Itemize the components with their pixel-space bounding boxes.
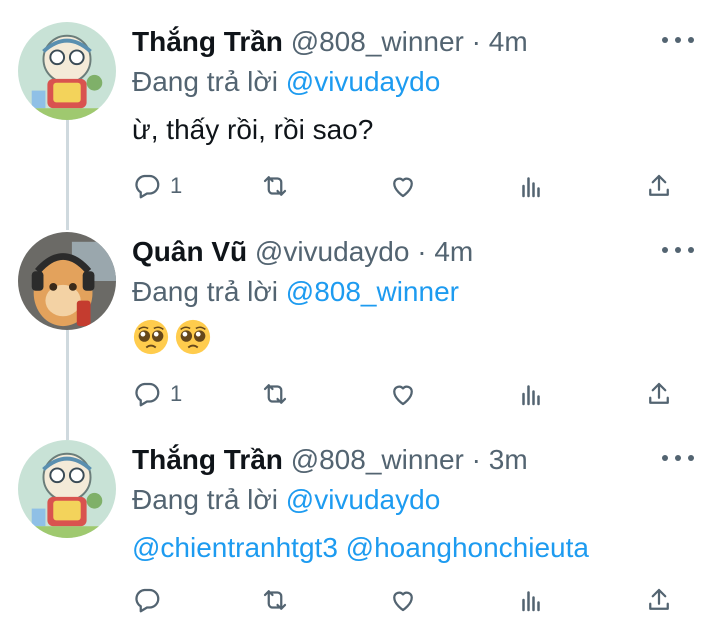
analytics-icon: [522, 385, 540, 406]
mention-link[interactable]: @808_winner: [286, 276, 459, 307]
reply-icon: [135, 588, 160, 613]
separator: ·: [409, 236, 435, 267]
retweet-icon: [263, 590, 287, 610]
mention-link[interactable]: @chientranhtgt3: [132, 532, 338, 563]
analytics-button[interactable]: [516, 580, 546, 620]
reply-count: 1: [170, 173, 183, 198]
tweet-text: @chientranhtgt3 @hoanghonchieuta: [132, 532, 589, 564]
share-icon: [649, 382, 669, 404]
analytics-button[interactable]: [516, 166, 546, 206]
more-options-icon[interactable]: [662, 446, 694, 470]
reply-icon: [135, 174, 160, 199]
reply-button[interactable]: 1: [132, 374, 182, 414]
share-icon: [649, 174, 669, 196]
replying-to: Đang trả lời @vivudaydo: [132, 484, 440, 516]
share-button[interactable]: [644, 166, 674, 206]
analytics-button[interactable]: [516, 374, 546, 414]
replying-to-label: Đang trả lời: [132, 276, 286, 307]
action-bar: [132, 580, 692, 620]
separator: ·: [463, 444, 489, 475]
more-options-icon[interactable]: [662, 238, 694, 262]
like-button[interactable]: [388, 580, 418, 620]
tweet[interactable]: Thắng Trần @808_winner · 4m Đang trả lời…: [0, 22, 720, 212]
action-bar: 1: [132, 166, 692, 206]
display-name[interactable]: Thắng Trần: [132, 26, 283, 57]
tweet[interactable]: Quân Vũ @vivudaydo · 4m Đang trả lời @80…: [0, 232, 720, 422]
analytics-icon: [522, 177, 540, 198]
replying-to-label: Đang trả lời: [132, 484, 286, 515]
analytics-icon: [522, 591, 540, 612]
like-button[interactable]: [388, 166, 418, 206]
reply-icon: [135, 382, 160, 407]
separator: ·: [463, 26, 489, 57]
cat-with-headphones-avatar-icon: [18, 232, 116, 330]
tweet-text: [132, 318, 216, 356]
tweet-text: ừ, thấy rồi, rồi sao?: [132, 114, 374, 145]
share-button[interactable]: [644, 580, 674, 620]
avatar[interactable]: [18, 22, 116, 120]
mention-link[interactable]: @vivudaydo: [286, 66, 441, 97]
tweet-header: Quân Vũ @vivudaydo · 4m: [132, 232, 473, 272]
timestamp[interactable]: 4m: [434, 236, 473, 267]
like-icon: [393, 385, 413, 406]
tweet-header: Thắng Trần @808_winner · 3m: [132, 440, 528, 480]
anime-character-avatar-icon: [18, 440, 116, 538]
anime-character-avatar-icon: [18, 22, 116, 120]
like-icon: [393, 177, 413, 198]
retweet-button[interactable]: [260, 166, 290, 206]
reply-button[interactable]: 1: [132, 166, 182, 206]
retweet-button[interactable]: [260, 580, 290, 620]
replying-to: Đang trả lời @vivudaydo: [132, 66, 440, 98]
display-name[interactable]: Thắng Trần: [132, 444, 283, 475]
like-icon: [393, 591, 413, 612]
replying-to-label: Đang trả lời: [132, 66, 286, 97]
reply-button[interactable]: [132, 580, 162, 620]
avatar[interactable]: [18, 440, 116, 538]
share-button[interactable]: [644, 374, 674, 414]
replying-to: Đang trả lời @808_winner: [132, 276, 459, 308]
display-name[interactable]: Quân Vũ: [132, 236, 247, 267]
share-icon: [649, 588, 669, 610]
tweet[interactable]: Thắng Trần @808_winner · 3m Đang trả lời…: [0, 440, 720, 620]
like-button[interactable]: [388, 374, 418, 414]
reply-count: 1: [170, 381, 183, 406]
retweet-icon: [263, 176, 287, 196]
retweet-icon: [263, 384, 287, 404]
timestamp[interactable]: 4m: [489, 26, 528, 57]
handle[interactable]: @vivudaydo: [255, 236, 410, 267]
avatar[interactable]: [18, 232, 116, 330]
action-bar: 1: [132, 374, 692, 414]
more-options-icon[interactable]: [662, 28, 694, 52]
pleading-face-emoji-icon: [133, 319, 169, 355]
mention-link[interactable]: @vivudaydo: [286, 484, 441, 515]
handle[interactable]: @808_winner: [291, 444, 464, 475]
timestamp[interactable]: 3m: [489, 444, 528, 475]
handle[interactable]: @808_winner: [291, 26, 464, 57]
retweet-button[interactable]: [260, 374, 290, 414]
tweet-header: Thắng Trần @808_winner · 4m: [132, 22, 528, 62]
pleading-face-emoji-icon: [175, 319, 211, 355]
mention-link[interactable]: @hoanghonchieuta: [346, 532, 589, 563]
